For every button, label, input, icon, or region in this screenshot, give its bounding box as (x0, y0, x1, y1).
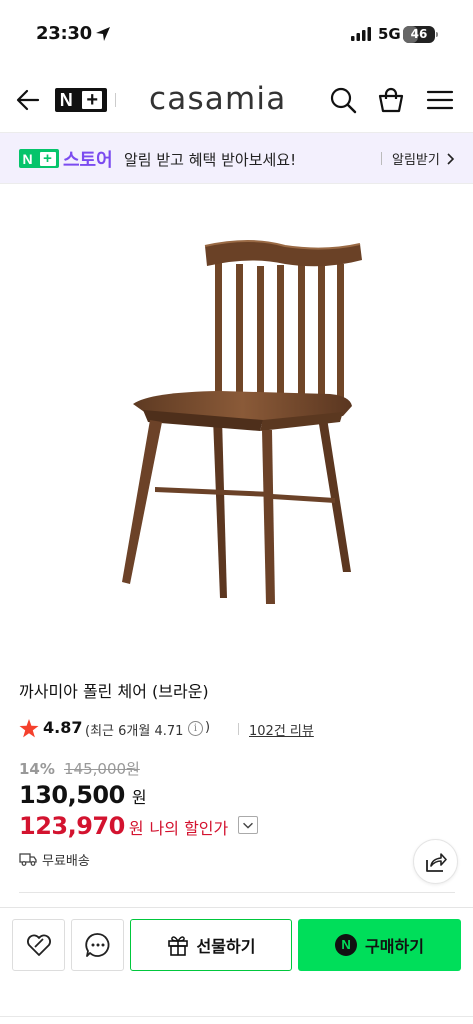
back-arrow-icon[interactable] (14, 86, 42, 114)
gift-label: 선물하기 (196, 937, 256, 956)
rating-row: 4.87 (최근 6개월 4.71 i ) 102건 리뷰 (19, 717, 459, 739)
chevron-right-icon (447, 153, 455, 165)
share-icon (426, 853, 447, 872)
battery-level: 46 (410, 27, 428, 41)
review-count-link[interactable]: 102건 리뷰 (249, 720, 314, 739)
gift-button[interactable]: 선물하기 (130, 919, 292, 971)
shipping-text: 무료배송 (42, 854, 90, 869)
signal-icon (351, 27, 371, 41)
promo-divider (381, 152, 382, 165)
price-row: 130,500 원 (19, 781, 147, 809)
talk-button[interactable] (71, 919, 124, 971)
store-promo-banner[interactable]: N + 스토어 알림 받고 혜택 받아보세요! 알림받기 (0, 132, 473, 184)
naver-pay-icon: N (335, 934, 358, 956)
my-price-label: 나의 할인가 (149, 819, 229, 838)
content-divider (19, 892, 455, 893)
promo-badge-n: N (22, 150, 33, 167)
gift-icon (167, 936, 188, 956)
promo-badge-plus: + (39, 151, 56, 166)
status-bar: 23:30 5G 46 (0, 0, 473, 68)
header-divider (115, 93, 116, 107)
info-icon[interactable]: i (188, 721, 203, 736)
product-title: 까사미아 폴린 체어 (브라운) (19, 682, 209, 701)
bottom-action-bar: 선물하기 N 구매하기 (0, 907, 473, 1024)
share-button[interactable] (413, 839, 458, 884)
menu-icon[interactable] (426, 86, 454, 114)
nplus-logo[interactable]: N + (55, 88, 107, 112)
discount-row: 14% 145,000원 (19, 758, 140, 779)
my-price-unit: 원 (128, 819, 144, 838)
original-price: 145,000원 (64, 760, 140, 778)
recent-rating: (최근 6개월 4.71 (85, 724, 184, 739)
truck-icon (19, 853, 37, 866)
status-time: 23:30 (36, 23, 92, 44)
buy-label: 구매하기 (365, 937, 424, 956)
network-type: 5G (378, 25, 401, 43)
product-image[interactable] (0, 184, 473, 654)
chevron-down-icon[interactable] (238, 816, 258, 834)
location-arrow-icon (96, 27, 110, 41)
recent-rating-close: ) (205, 720, 211, 735)
sale-price: 130,500 (19, 781, 125, 809)
sale-price-unit: 원 (131, 788, 147, 807)
shopping-bag-icon[interactable] (377, 86, 405, 114)
chat-bubble-icon (84, 933, 109, 957)
heart-icon (26, 934, 51, 956)
discount-percent: 14% (19, 760, 55, 778)
search-icon[interactable] (329, 86, 357, 114)
rating-divider (238, 723, 239, 735)
star-icon (19, 719, 39, 738)
promo-store-label: 스토어 (63, 150, 113, 171)
rating-value: 4.87 (43, 718, 83, 737)
nplus-store-badge: N + (19, 149, 59, 168)
like-button[interactable] (12, 919, 65, 971)
notification-link[interactable]: 알림받기 (392, 149, 440, 168)
nplus-logo-plus: + (82, 90, 103, 110)
nplus-logo-n: N (59, 90, 73, 110)
brand-logo[interactable]: casamia (149, 81, 286, 117)
promo-text: 알림 받고 혜택 받아보세요! (124, 151, 297, 169)
battery-icon: 46 (403, 26, 438, 43)
bottom-edge-line (0, 1016, 473, 1017)
header: N + casamia (0, 68, 473, 132)
buy-button[interactable]: N 구매하기 (298, 919, 461, 971)
my-price-row: 123,970 원 나의 할인가 (19, 812, 228, 840)
my-discount-price: 123,970 (19, 812, 125, 840)
